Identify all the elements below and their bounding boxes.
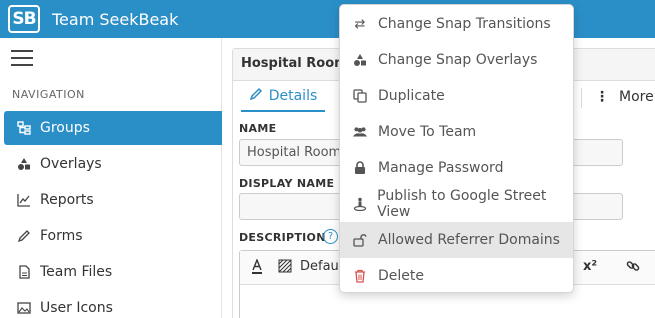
pencil-icon xyxy=(249,87,263,105)
tab-divider xyxy=(581,88,582,108)
copy-icon xyxy=(352,89,368,103)
swap-arrows-icon: ⇄ xyxy=(354,16,366,32)
street-view-icon xyxy=(352,197,367,211)
display-name-label: DISPLAY NAME xyxy=(239,177,335,190)
trash-icon xyxy=(352,269,368,283)
menu-item-move-to-team[interactable]: Move To Team xyxy=(340,114,573,150)
sidebar-item-label: Reports xyxy=(40,192,94,208)
menu-item-allowed-referrer-domains[interactable]: Allowed Referrer Domains xyxy=(340,222,573,258)
name-label: NAME xyxy=(239,122,277,135)
groups-icon xyxy=(16,120,32,136)
team-name[interactable]: Team SeekBeak xyxy=(52,10,178,29)
sidebar: NAVIGATION Groups Overlays Reports Forms… xyxy=(0,38,222,318)
sidebar-item-label: Team Files xyxy=(40,264,113,280)
help-icon[interactable]: ? xyxy=(323,229,338,244)
font-family-select[interactable]: Defau xyxy=(300,259,339,274)
description-label: DESCRIPTION xyxy=(239,231,326,244)
overlays-icon xyxy=(16,156,32,172)
reports-icon xyxy=(16,192,32,208)
sidebar-item-label: User Icons xyxy=(40,300,113,316)
menu-item-label: Publish to Google Street View xyxy=(377,188,547,220)
menu-item-label: Change Snap Overlays xyxy=(378,52,538,68)
forms-icon xyxy=(16,228,32,244)
tab-details-label: Details xyxy=(268,88,318,104)
menu-item-manage-password[interactable]: Manage Password xyxy=(340,150,573,186)
file-icon xyxy=(16,264,32,280)
sidebar-item-label: Forms xyxy=(40,228,83,244)
menu-item-label: Move To Team xyxy=(378,124,477,140)
menu-item-label: Change Snap Transitions xyxy=(378,16,551,32)
menu-item-change-snap-transitions[interactable]: ⇄ Change Snap Transitions xyxy=(340,6,573,42)
tab-details[interactable]: Details xyxy=(241,82,325,112)
tab-more-label: More xyxy=(619,89,654,105)
lock-icon xyxy=(352,161,368,175)
sidebar-item-reports[interactable]: Reports xyxy=(4,183,222,217)
nav-heading: NAVIGATION xyxy=(12,88,85,101)
sidebar-item-label: Groups xyxy=(40,120,90,136)
menu-toggle-icon[interactable] xyxy=(11,50,33,66)
more-actions-menu: ⇄ Change Snap Transitions Change Snap Ov… xyxy=(339,4,574,293)
seekbeak-logo[interactable]: SB xyxy=(8,5,40,33)
menu-item-change-snap-overlays[interactable]: Change Snap Overlays xyxy=(340,42,573,78)
menu-item-label: Delete xyxy=(378,268,424,284)
shapes-icon xyxy=(352,53,368,67)
link-icon[interactable] xyxy=(626,259,640,277)
menu-item-publish-street-view[interactable]: Publish to Google Street View xyxy=(340,186,573,222)
tab-more[interactable]: ⋮ More xyxy=(595,82,654,112)
sidebar-item-user-icons[interactable]: User Icons xyxy=(4,291,222,318)
menu-item-delete[interactable]: Delete xyxy=(340,258,573,294)
vertical-ellipsis-icon: ⋮ xyxy=(595,89,609,105)
sidebar-item-forms[interactable]: Forms xyxy=(4,219,222,253)
menu-item-label: Duplicate xyxy=(378,88,445,104)
menu-item-duplicate[interactable]: Duplicate xyxy=(340,78,573,114)
menu-item-label: Manage Password xyxy=(378,160,504,176)
sidebar-item-overlays[interactable]: Overlays xyxy=(4,147,222,181)
image-icon xyxy=(16,300,32,316)
text-color-icon[interactable] xyxy=(250,258,264,279)
sidebar-item-groups[interactable]: Groups xyxy=(4,111,222,145)
sidebar-item-team-files[interactable]: Team Files xyxy=(4,255,222,289)
superscript-button[interactable]: x² xyxy=(583,259,597,274)
menu-item-label: Allowed Referrer Domains xyxy=(378,232,560,248)
background-color-icon[interactable] xyxy=(278,259,292,277)
unlock-icon xyxy=(352,233,368,247)
users-icon xyxy=(352,125,368,139)
sidebar-item-label: Overlays xyxy=(40,156,102,172)
